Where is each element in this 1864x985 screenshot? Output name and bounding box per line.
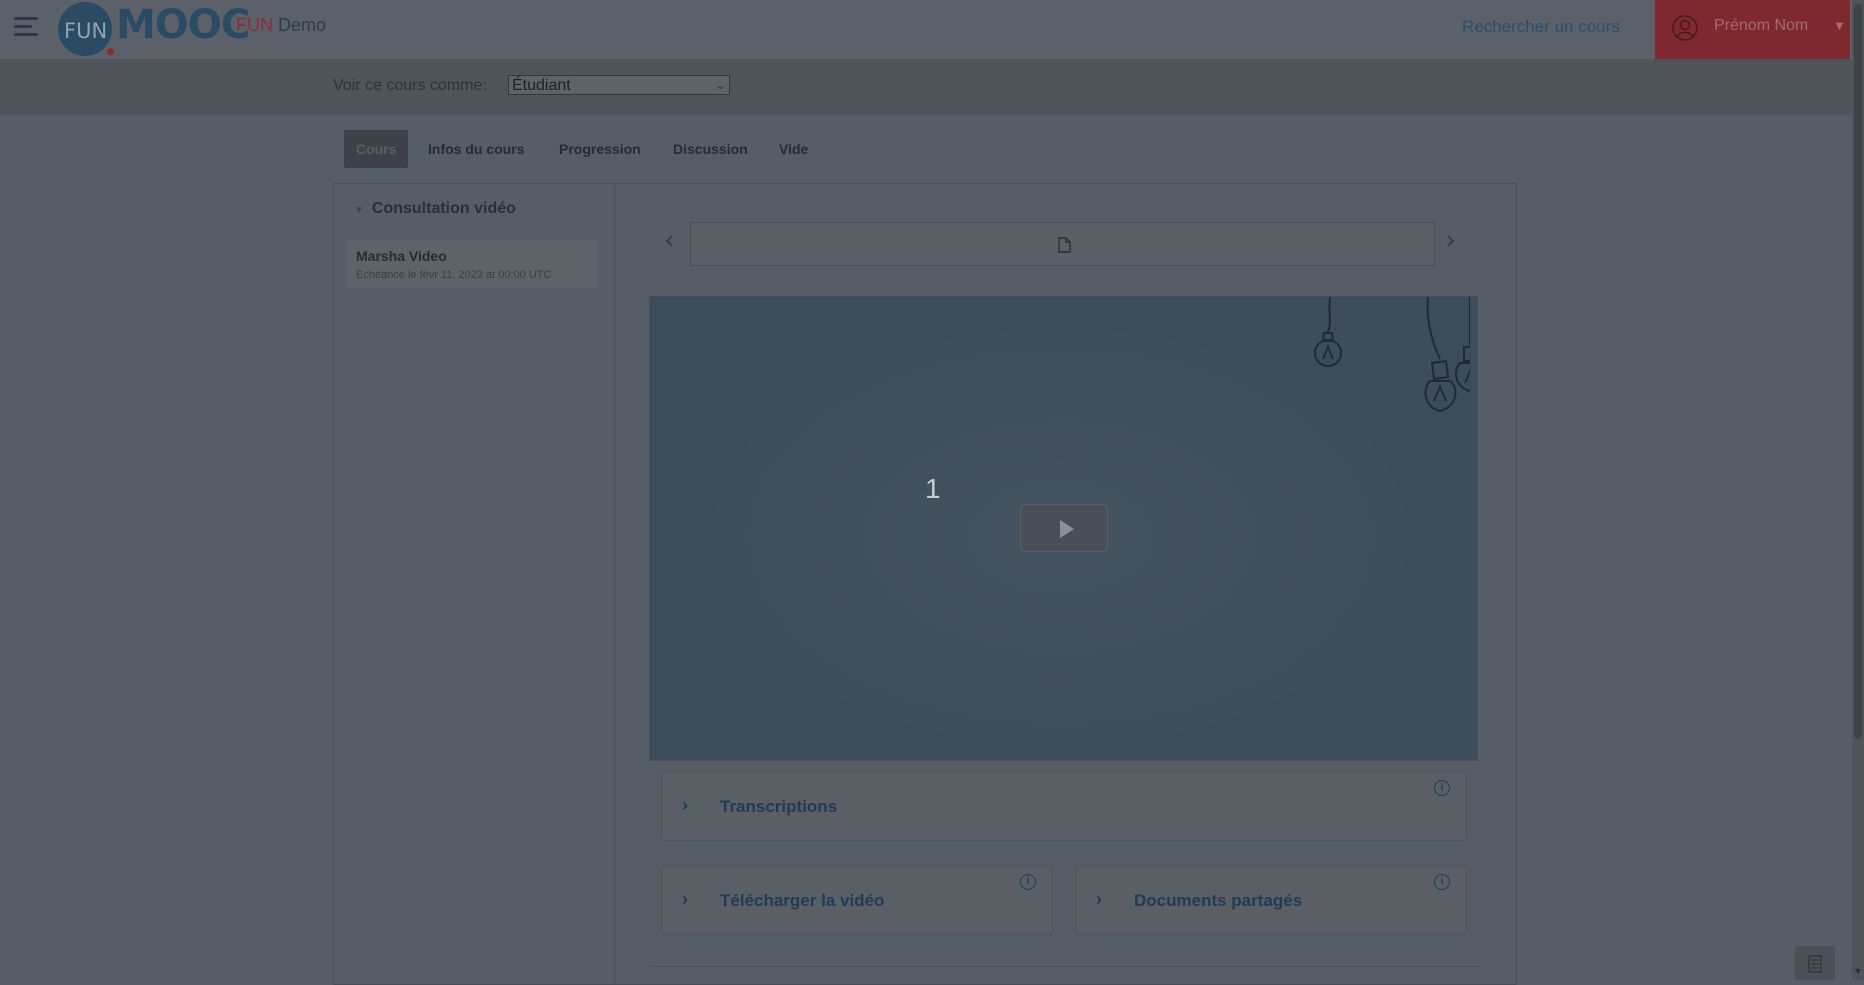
info-icon[interactable]: i: [1020, 874, 1036, 890]
tab-progression[interactable]: Progression: [559, 130, 641, 168]
site-name-brand: FUN: [236, 15, 273, 35]
calculator-icon: [1808, 955, 1822, 973]
chapter-toggle[interactable]: ▼ Consultation vidéo: [354, 200, 516, 218]
sequence-due-date: Echéance le févr 11, 2023 at 00:00 UTC: [356, 269, 552, 281]
user-avatar-icon: [1672, 15, 1698, 41]
search-courses-link[interactable]: Rechercher un cours: [1462, 17, 1620, 37]
shared-documents-title: Documents partagés: [1134, 891, 1303, 910]
divider: [650, 966, 1480, 967]
masquerade-label: Voir ce cours comme:: [333, 77, 487, 94]
chevron-right-icon: ›: [682, 889, 688, 909]
chevron-down-icon: ⌄: [715, 80, 725, 92]
tab-infos-du-cours[interactable]: Infos du cours: [428, 130, 524, 168]
unit-tab-bar: [690, 222, 1435, 266]
next-unit-button[interactable]: [1430, 222, 1470, 266]
video-player[interactable]: 1: [649, 296, 1478, 761]
tab-discussion[interactable]: Discussion: [673, 130, 748, 168]
chevron-left-icon: [665, 235, 673, 247]
user-name: Prénom Nom: [1714, 17, 1809, 34]
video-overlay-number: 1: [925, 473, 941, 504]
masquerade-bar: Voir ce cours comme: Étudiant ⌄: [0, 59, 1852, 115]
scroll-down-arrow-icon[interactable]: ▼: [1852, 966, 1864, 976]
sequence-navigation: [650, 222, 1455, 266]
masquerade-role-select[interactable]: Étudiant ⌄: [508, 75, 730, 95]
chapter-title: Consultation vidéo: [371, 200, 516, 217]
caret-down-icon: ▼: [1833, 18, 1846, 33]
logo-fun-text: FUN: [64, 19, 108, 43]
document-icon[interactable]: [1058, 237, 1071, 253]
play-button[interactable]: [1020, 504, 1108, 552]
previous-unit-button[interactable]: [650, 222, 690, 266]
chevron-right-icon: [1447, 235, 1455, 247]
site-name-suffix: Demo: [278, 15, 327, 35]
lightbulbs-illustration: [1314, 297, 1470, 413]
info-icon[interactable]: i: [1434, 780, 1450, 796]
menu-icon[interactable]: [14, 17, 38, 37]
tab-cours[interactable]: Cours: [344, 130, 409, 168]
download-video-panel[interactable]: › Télécharger la vidéo i: [661, 865, 1053, 935]
sequence-item[interactable]: Marsha Video Echéance le févr 11, 2023 a…: [346, 240, 598, 288]
transcriptions-title: Transcriptions: [720, 797, 838, 816]
info-icon[interactable]: i: [1434, 874, 1450, 890]
user-menu-button[interactable]: Prénom Nom ▼: [1655, 0, 1850, 59]
transcriptions-panel[interactable]: › Transcriptions i: [661, 771, 1467, 841]
download-video-title: Télécharger la vidéo: [720, 891, 885, 910]
tab-vide[interactable]: Vide: [779, 130, 808, 168]
fun-logo-circle[interactable]: FUN: [58, 2, 112, 56]
page-scrollbar-thumb[interactable]: [1854, 4, 1862, 739]
top-header: FUN MOOC FUN Demo Rechercher un cours Pr…: [0, 0, 1864, 59]
logo-dot: [107, 48, 114, 55]
shared-documents-panel[interactable]: › Documents partagés i: [1075, 865, 1467, 935]
site-name: FUN Demo: [236, 15, 326, 36]
chevron-right-icon: ›: [1096, 889, 1102, 909]
logo-mooc-text[interactable]: MOOC: [116, 2, 250, 48]
masquerade-selected-role: Étudiant: [512, 77, 571, 94]
chevron-right-icon: ›: [682, 795, 688, 815]
sequence-title: Marsha Video: [356, 248, 447, 264]
chevron-down-icon: ▼: [354, 205, 364, 216]
calculator-button[interactable]: [1795, 946, 1835, 980]
play-icon: [1060, 520, 1074, 538]
course-sidebar: ▼ Consultation vidéo Marsha Video Echéanc…: [334, 184, 615, 984]
course-content: ▼ Consultation vidéo Marsha Video Echéanc…: [333, 183, 1517, 985]
